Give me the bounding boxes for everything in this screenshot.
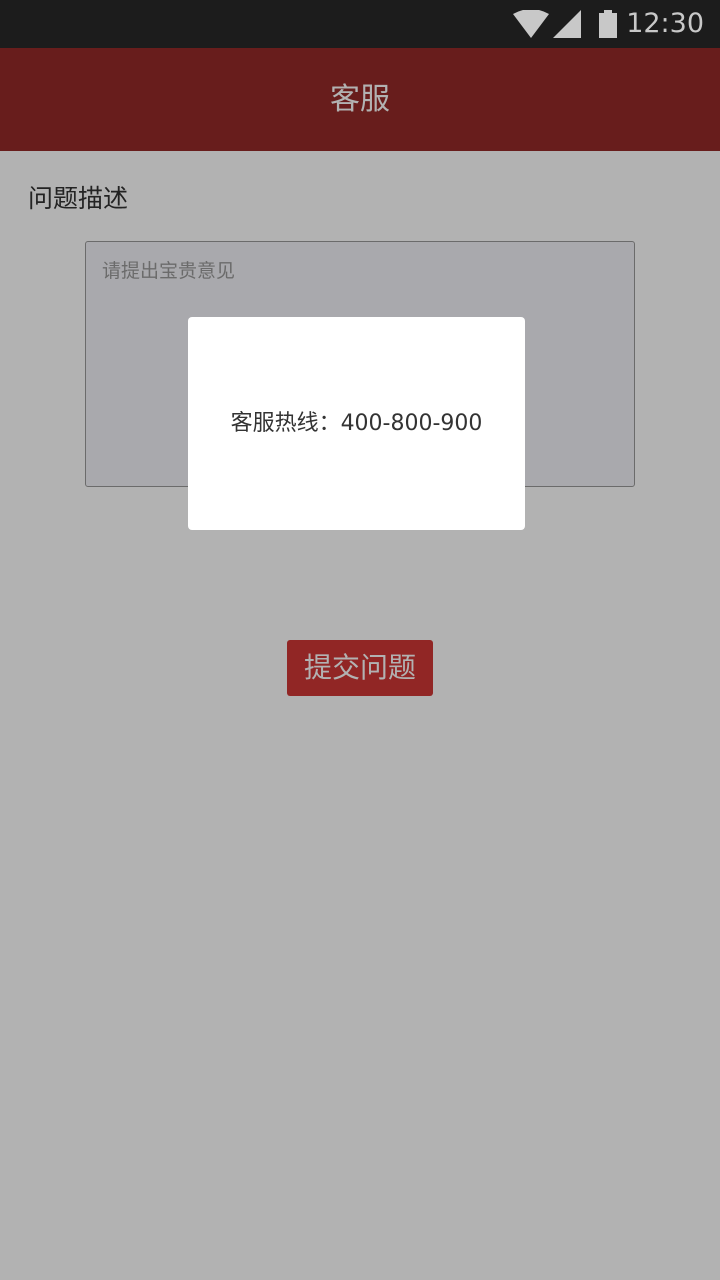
battery-icon bbox=[598, 10, 620, 44]
status-time: 12:30 bbox=[626, 8, 704, 39]
wifi-icon bbox=[512, 9, 550, 42]
status-bar: 12:30 bbox=[0, 0, 720, 48]
signal-icon bbox=[552, 10, 582, 42]
dialog-backdrop[interactable] bbox=[0, 48, 720, 1280]
hotline-dialog: 客服热线：400-800-900 bbox=[188, 317, 525, 530]
hotline-message: 客服热线：400-800-900 bbox=[230, 411, 483, 436]
app-screen: 12:30 客服 问题描述 请提出宝贵意见 提交问题 客服热线：400-800-… bbox=[0, 0, 720, 1280]
